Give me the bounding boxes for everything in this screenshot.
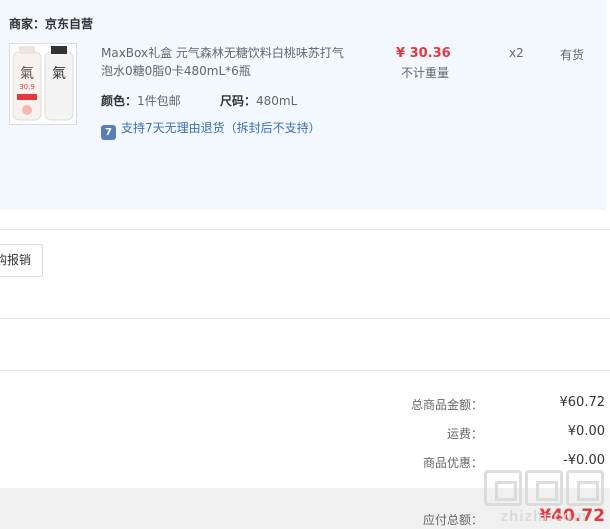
merchant-label: 商家： [9,17,46,31]
watermark-logo [484,470,604,506]
return-policy-icon: 7 [101,125,116,140]
product-size-attr: 尺码：480mL [220,92,297,109]
reimbursement-button[interactable]: 购报销 [0,244,43,277]
watermark-glyph [525,470,563,506]
items-total-label: 总商品金额： [410,398,483,412]
divider [0,229,610,230]
product-price: ¥ 30.36 [396,46,451,61]
watermark-glyph [566,470,604,506]
product-image-char-left: 氣 [20,66,34,82]
discount-label: 商品优惠： [422,456,483,470]
size-value: 480mL [256,94,298,108]
size-label: 尺码： [220,94,257,108]
return-policy-text: 支持7天无理由退货（拆封后不支持） [121,121,321,135]
stock-status: 有货 [560,48,585,62]
watermark-text: zhizhi.com [500,508,588,525]
product-title: MaxBox礼盒 元气森林无糖饮料白桃味苏打气泡水0糖0脂0卡480mL*6瓶 [101,44,351,80]
discount-value: -¥0.00 [563,453,605,468]
product-title-link[interactable]: MaxBox礼盒 元气森林无糖饮料白桃味苏打气泡水0糖0脂0卡480mL*6瓶 [101,46,344,78]
shipping-label: 运费： [446,427,483,441]
divider [0,370,610,371]
product-color-attr: 颜色：1件包邮 [101,92,181,109]
color-label: 颜色： [101,94,138,108]
total-payable-label: 应付总额： [422,513,483,527]
order-item-panel: 商家：京东自营 氣 氣 30.9 MaxBox礼盒 元气森林无糖饮料白桃味苏打气… [0,0,606,210]
shipping-value: ¥0.00 [567,424,605,439]
merchant-name[interactable]: 京东自营 [45,17,93,31]
watermark-glyph [484,470,522,506]
product-image: 氣 氣 30.9 [10,44,76,124]
merchant-info: 商家：京东自营 [9,15,93,32]
product-quantity: x2 [509,46,524,60]
color-value: 1件包邮 [137,94,181,108]
items-total-value: ¥60.72 [559,395,606,410]
return-policy[interactable]: 7 支持7天无理由退货（拆封后不支持） [101,119,321,140]
product-image-badge: 30.9 [19,83,35,91]
weight-note: 不计重量 [401,66,450,80]
site-watermark: zhizhi.com [484,470,604,525]
divider [0,318,610,319]
product-image-char-right: 氣 [52,66,66,82]
product-thumbnail[interactable]: 氣 氣 30.9 [9,43,77,125]
